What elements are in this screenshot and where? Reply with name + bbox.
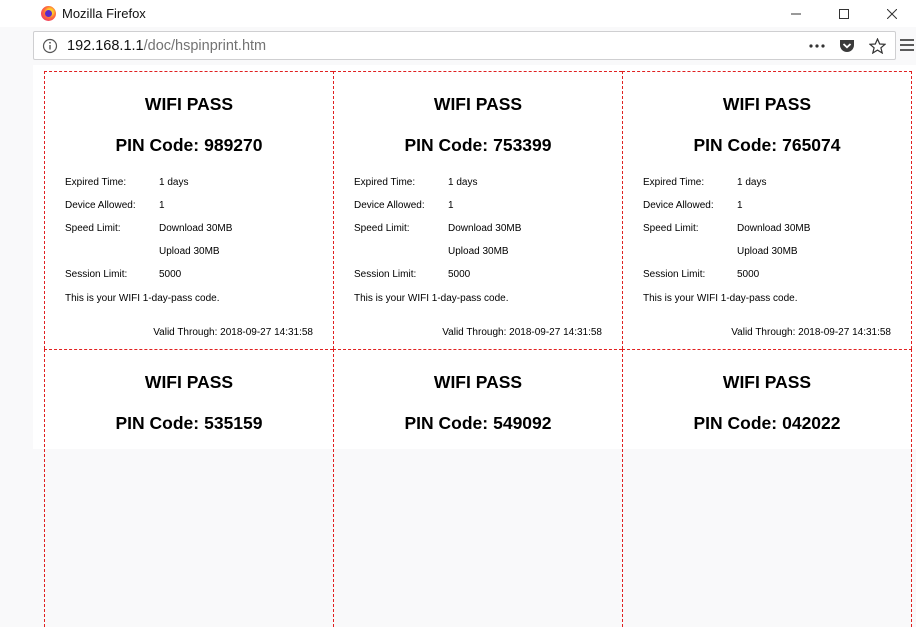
close-button[interactable] xyxy=(868,0,916,27)
pin-value: 753399 xyxy=(493,135,552,155)
expired-label: Expired Time: xyxy=(354,177,416,188)
pass-note: This is your WIFI 1-day-pass code. xyxy=(65,293,220,304)
wifi-pass-card: WIFI PASS PIN Code: 042022 xyxy=(622,349,912,627)
pin-label: PIN Code: xyxy=(115,413,200,433)
url-path: /doc/hspinprint.htm xyxy=(143,37,267,54)
close-icon xyxy=(887,8,897,19)
url-actions xyxy=(807,32,887,59)
speed-label: Speed Limit: xyxy=(643,223,699,234)
session-label: Session Limit: xyxy=(643,269,706,280)
valid-value: 2018-09-27 14:31:58 xyxy=(509,327,602,338)
device-label: Device Allowed: xyxy=(643,200,714,211)
valid-through: Valid Through: 2018-09-27 14:31:58 xyxy=(153,327,313,338)
wifi-pass-card: WIFI PASS PIN Code: 765074 Expired Time: 1… xyxy=(622,71,912,349)
session-value: 5000 xyxy=(159,269,182,280)
pin-code: PIN Code: 989270 xyxy=(45,135,333,156)
card-title: WIFI PASS xyxy=(144,94,234,114)
download-value: Download 30MB xyxy=(737,223,811,234)
pass-details: Expired Time: 1 days Device Allowed: 1 Spe… xyxy=(643,177,810,292)
page-content: WIFI PASS PIN Code: 989270 Expired Time: 1… xyxy=(33,65,916,627)
valid-through: Valid Through: 2018-09-27 14:31:58 xyxy=(731,327,891,338)
speed-label: Speed Limit: xyxy=(65,223,121,234)
card-title: WIFI PASS xyxy=(722,372,812,392)
download-value: Download 30MB xyxy=(448,223,522,234)
session-label: Session Limit: xyxy=(354,269,417,280)
pin-code: PIN Code: 549092 xyxy=(334,413,622,434)
pin-value: 989270 xyxy=(204,135,263,155)
window-title: Mozilla Firefox xyxy=(62,6,146,21)
expired-value: 1 days xyxy=(159,177,189,188)
navigation-bar: 192.168.1.1/doc/hspinprint.htm xyxy=(0,27,916,65)
pass-details: Expired Time: 1 days Device Allowed: 1 Spe… xyxy=(354,177,521,292)
page-actions-icon[interactable] xyxy=(807,36,827,56)
wifi-pass-card: WIFI PASS PIN Code: 989270 Expired Time: 1… xyxy=(44,71,333,349)
pin-code: PIN Code: 042022 xyxy=(623,413,911,434)
window-controls xyxy=(772,0,916,27)
pin-label: PIN Code: xyxy=(115,135,200,155)
card-title: WIFI PASS xyxy=(144,372,234,392)
site-info-icon[interactable] xyxy=(41,37,59,55)
valid-value: 2018-09-27 14:31:58 xyxy=(220,327,313,338)
expired-label: Expired Time: xyxy=(643,177,705,188)
card-title: WIFI PASS xyxy=(433,94,523,114)
expired-value: 1 days xyxy=(737,177,767,188)
pin-label: PIN Code: xyxy=(693,413,778,433)
valid-label: Valid Through: xyxy=(731,327,796,338)
upload-value: Upload 30MB xyxy=(448,246,509,257)
session-value: 5000 xyxy=(448,269,471,280)
upload-value: Upload 30MB xyxy=(159,246,220,257)
pin-code: PIN Code: 765074 xyxy=(623,135,911,156)
pass-note: This is your WIFI 1-day-pass code. xyxy=(643,293,798,304)
pin-label: PIN Code: xyxy=(404,413,489,433)
card-title: WIFI PASS xyxy=(722,94,812,114)
url-text[interactable]: 192.168.1.1/doc/hspinprint.htm xyxy=(67,38,266,54)
pin-code: PIN Code: 753399 xyxy=(334,135,622,156)
expired-label: Expired Time: xyxy=(65,177,127,188)
wifi-pass-card: WIFI PASS PIN Code: 753399 Expired Time: 1… xyxy=(333,71,622,349)
pocket-icon[interactable] xyxy=(837,36,857,56)
wifi-pass-card: WIFI PASS PIN Code: 535159 xyxy=(44,349,333,627)
valid-value: 2018-09-27 14:31:58 xyxy=(798,327,891,338)
pin-label: PIN Code: xyxy=(404,135,489,155)
device-label: Device Allowed: xyxy=(65,200,136,211)
expired-value: 1 days xyxy=(448,177,478,188)
session-label: Session Limit: xyxy=(65,269,128,280)
speed-label: Speed Limit: xyxy=(354,223,410,234)
pin-value: 042022 xyxy=(782,413,841,433)
minimize-icon xyxy=(791,13,801,14)
valid-label: Valid Through: xyxy=(442,327,507,338)
valid-through: Valid Through: 2018-09-27 14:31:58 xyxy=(442,327,602,338)
pass-details: Expired Time: 1 days Device Allowed: 1 Spe… xyxy=(65,177,232,292)
url-bar[interactable]: 192.168.1.1/doc/hspinprint.htm xyxy=(33,31,896,60)
valid-label: Valid Through: xyxy=(153,327,218,338)
pin-label: PIN Code: xyxy=(693,135,778,155)
device-value: 1 xyxy=(737,200,743,211)
url-host: 192.168.1.1 xyxy=(67,37,144,54)
bookmark-star-icon[interactable] xyxy=(867,36,887,56)
device-value: 1 xyxy=(159,200,165,211)
pin-code: PIN Code: 535159 xyxy=(45,413,333,434)
card-title: WIFI PASS xyxy=(433,372,523,392)
maximize-icon xyxy=(839,8,849,19)
minimize-button[interactable] xyxy=(772,0,820,27)
pin-value: 535159 xyxy=(204,413,263,433)
pin-value: 765074 xyxy=(782,135,841,155)
device-label: Device Allowed: xyxy=(354,200,425,211)
wifi-pass-card: WIFI PASS PIN Code: 549092 xyxy=(333,349,622,627)
firefox-logo-icon xyxy=(41,6,56,21)
pin-value: 549092 xyxy=(493,413,552,433)
hamburger-menu-icon[interactable] xyxy=(898,35,916,55)
download-value: Download 30MB xyxy=(159,223,233,234)
upload-value: Upload 30MB xyxy=(737,246,798,257)
maximize-button[interactable] xyxy=(820,0,868,27)
device-value: 1 xyxy=(448,200,454,211)
title-bar: Mozilla Firefox xyxy=(0,0,916,27)
session-value: 5000 xyxy=(737,269,760,280)
pass-grid: WIFI PASS PIN Code: 989270 Expired Time: 1… xyxy=(44,71,912,627)
pass-note: This is your WIFI 1-day-pass code. xyxy=(354,293,509,304)
